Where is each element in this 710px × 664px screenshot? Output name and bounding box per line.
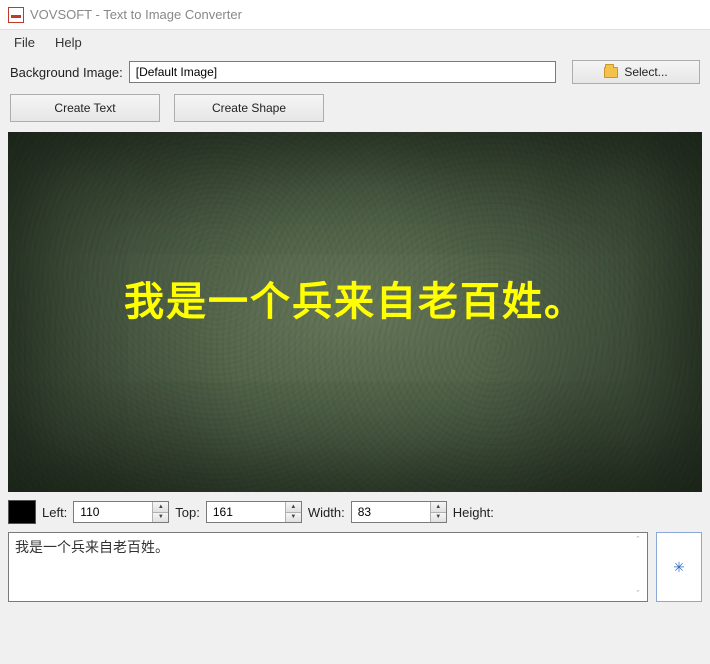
side-action-icon: ✳: [673, 559, 685, 576]
top-spin-down[interactable]: ▼: [286, 513, 301, 523]
scroll-up-icon[interactable]: ˆ: [637, 535, 640, 545]
top-field[interactable]: ▲ ▼: [206, 501, 302, 523]
menu-help[interactable]: Help: [45, 33, 92, 52]
color-swatch[interactable]: [8, 500, 36, 524]
action-row: Create Text Create Shape: [0, 90, 710, 132]
text-editor[interactable]: 我是一个兵来自老百姓。 ˆ ˇ: [8, 532, 648, 602]
width-field[interactable]: ▲ ▼: [351, 501, 447, 523]
window-title: VOVSOFT - Text to Image Converter: [30, 7, 242, 22]
width-input[interactable]: [352, 502, 430, 522]
create-text-label: Create Text: [54, 101, 115, 115]
width-spinner[interactable]: ▲ ▼: [430, 502, 446, 522]
create-text-button[interactable]: Create Text: [10, 94, 160, 122]
app-icon: [8, 7, 24, 23]
scroll-down-icon[interactable]: ˇ: [637, 589, 640, 599]
top-label: Top:: [175, 505, 200, 520]
width-label: Width:: [308, 505, 345, 520]
top-spin-up[interactable]: ▲: [286, 502, 301, 513]
coordinates-row: Left: ▲ ▼ Top: ▲ ▼ Width: ▲ ▼ Height:: [0, 492, 710, 528]
create-shape-label: Create Shape: [212, 101, 286, 115]
top-input[interactable]: [207, 502, 285, 522]
text-editor-row: 我是一个兵来自老百姓。 ˆ ˇ ✳: [0, 528, 710, 610]
width-spin-up[interactable]: ▲: [431, 502, 446, 513]
canvas-overlay-text[interactable]: 我是一个兵来自老百姓。: [124, 269, 586, 327]
top-spinner[interactable]: ▲ ▼: [285, 502, 301, 522]
select-button-label: Select...: [624, 65, 667, 79]
folder-icon: [604, 67, 618, 78]
left-spinner[interactable]: ▲ ▼: [152, 502, 168, 522]
background-image-value: [Default Image]: [136, 65, 217, 79]
select-button[interactable]: Select...: [572, 60, 700, 84]
text-editor-content: 我是一个兵来自老百姓。: [15, 539, 169, 555]
menu-file[interactable]: File: [4, 33, 45, 52]
background-image-row: Background Image: [Default Image] Select…: [0, 54, 710, 90]
left-input[interactable]: [74, 502, 152, 522]
titlebar: VOVSOFT - Text to Image Converter: [0, 0, 710, 30]
create-shape-button[interactable]: Create Shape: [174, 94, 324, 122]
height-label: Height:: [453, 505, 494, 520]
left-spin-down[interactable]: ▼: [153, 513, 168, 523]
left-label: Left:: [42, 505, 67, 520]
preview-canvas[interactable]: 我是一个兵来自老百姓。: [8, 132, 702, 492]
width-spin-down[interactable]: ▼: [431, 513, 446, 523]
background-image-input[interactable]: [Default Image]: [129, 61, 556, 83]
menubar: File Help: [0, 30, 710, 54]
background-image-label: Background Image:: [10, 65, 123, 80]
left-field[interactable]: ▲ ▼: [73, 501, 169, 523]
left-spin-up[interactable]: ▲: [153, 502, 168, 513]
side-action-button[interactable]: ✳: [656, 532, 702, 602]
text-editor-scrollbar[interactable]: ˆ ˇ: [631, 535, 645, 599]
